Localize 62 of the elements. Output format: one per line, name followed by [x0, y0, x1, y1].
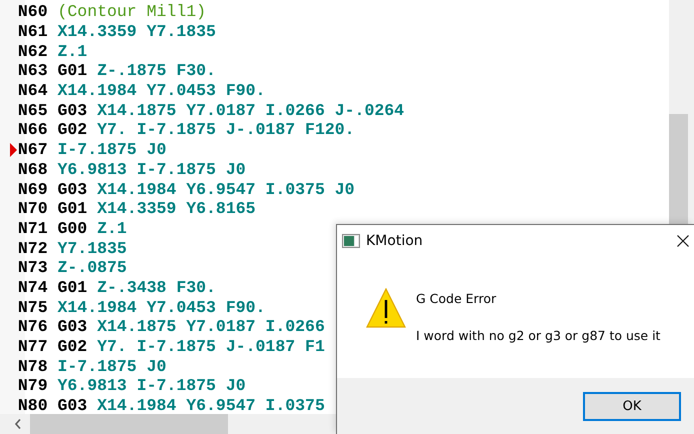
line-number: N67 — [18, 140, 48, 160]
line-number: N71 — [18, 218, 48, 238]
dialog-title: KMotion — [366, 232, 424, 248]
code-arguments: Z.1 — [58, 42, 88, 61]
code-arguments: X14.1984 Y7.0453 F90. — [58, 81, 266, 100]
g-code: G02 — [58, 120, 88, 140]
code-arguments: Y7. I-7.1875 J-.0187 F1 — [97, 337, 325, 356]
line-number: N69 — [18, 180, 48, 199]
g-code: G01 — [58, 61, 88, 80]
line-number: N75 — [18, 298, 48, 317]
line-number: N79 — [18, 376, 48, 396]
scrollbar-thumb[interactable] — [30, 414, 228, 434]
g-code: G03 — [58, 317, 88, 336]
code-arguments: X14.1984 Y6.9547 I.0375 J0 — [97, 180, 355, 199]
line-number: N68 — [18, 160, 48, 179]
line-number: N72 — [18, 238, 48, 258]
g-code: G02 — [58, 337, 88, 356]
code-arguments: X14.1875 Y7.0187 I.0266 J-.0264 — [97, 100, 404, 120]
g-code: G03 — [58, 180, 88, 199]
g-code: G03 — [58, 396, 88, 414]
code-arguments: Z-.1875 F30. — [97, 61, 216, 80]
ok-button[interactable]: OK — [583, 392, 681, 420]
g-code: G00 — [58, 218, 88, 238]
code-arguments: I-7.1875 J0 — [58, 140, 166, 160]
app-window-icon — [342, 234, 360, 248]
code-arguments: I-7.1875 J0 — [58, 356, 166, 376]
line-number: N80 — [18, 396, 48, 414]
g-code: G01 — [58, 199, 88, 218]
code-arguments: Z-.0875 — [58, 258, 127, 278]
line-number: N70 — [18, 199, 48, 218]
code-arguments: Y7. I-7.1875 J-.0187 F120. — [97, 120, 355, 140]
code-arguments: X14.1984 Y6.9547 I.0375 — [97, 396, 325, 414]
code-comment: (Contour Mill1) — [58, 2, 206, 22]
code-arguments: X14.1875 Y7.0187 I.0266 — [97, 317, 325, 336]
code-arguments: Y7.1835 — [58, 238, 127, 258]
line-number: N63 — [18, 61, 48, 80]
code-arguments: Z-.3438 F30. — [97, 278, 216, 297]
line-number: N64 — [18, 81, 48, 100]
line-number: N66 — [18, 120, 48, 140]
line-number: N74 — [18, 278, 48, 297]
line-number: N77 — [18, 337, 48, 356]
error-heading: G Code Error — [416, 291, 498, 306]
line-number: N73 — [18, 258, 48, 278]
code-arguments: X14.3359 Y7.1835 — [58, 22, 216, 42]
line-number: N61 — [18, 22, 48, 42]
line-number: N65 — [18, 100, 48, 120]
line-number: N78 — [18, 356, 48, 376]
warning-icon — [366, 288, 406, 328]
line-number: N62 — [18, 42, 48, 61]
close-icon[interactable] — [677, 234, 689, 246]
g-code: G03 — [58, 100, 88, 120]
current-line-marker-icon — [10, 142, 17, 157]
g-code: G01 — [58, 278, 88, 297]
code-arguments: Y6.9813 I-7.1875 J0 — [58, 376, 246, 396]
code-arguments: X14.1984 Y7.0453 F90. — [58, 298, 266, 317]
error-message: I word with no g2 or g3 or g87 to use it — [416, 328, 660, 343]
code-arguments: Z.1 — [97, 218, 127, 238]
line-number: N76 — [18, 317, 48, 336]
line-number: N60 — [18, 2, 48, 22]
code-arguments: Y6.9813 I-7.1875 J0 — [58, 160, 246, 179]
code-arguments: X14.3359 Y6.8165 — [97, 199, 256, 218]
scroll-left-icon[interactable] — [15, 419, 21, 429]
